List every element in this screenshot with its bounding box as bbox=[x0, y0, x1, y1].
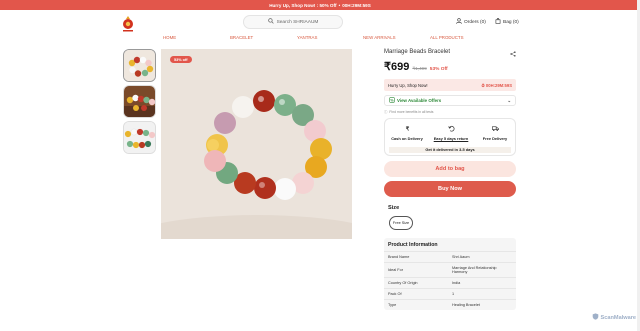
size-option-free-size[interactable]: Free Size bbox=[389, 216, 413, 230]
truck-icon bbox=[475, 125, 515, 133]
product-details: Marriage Beads Bracelet ₹699 ₹1,499 53% … bbox=[384, 49, 516, 310]
product-information-title: Product Information bbox=[388, 242, 438, 248]
watermark: ScanMalware bbox=[592, 313, 636, 322]
offers-dropdown[interactable]: % View Available Offers ⌄ bbox=[384, 95, 516, 106]
orders-label: Orders (0) bbox=[464, 19, 486, 25]
main-menu: HOME BRACELET YANTRAS NEW ARRIVALS ALL P… bbox=[0, 35, 640, 43]
bag-label: Bag (0) bbox=[503, 19, 519, 25]
hurry-timer: ⏱ 00H:29M:59S bbox=[481, 83, 512, 88]
buy-now-button[interactable]: Buy Now bbox=[384, 181, 516, 197]
menu-item-home[interactable]: HOME bbox=[163, 35, 176, 40]
price-row: ₹699 ₹1,499 53% Off bbox=[384, 60, 516, 73]
offer-tag-icon: % bbox=[389, 97, 395, 104]
main-product-image[interactable]: 53% off bbox=[161, 49, 352, 239]
info-row: Ideal For Marriage And Relationship Harmo… bbox=[384, 262, 516, 277]
offers-label: View Available Offers bbox=[397, 98, 442, 103]
user-icon bbox=[456, 18, 462, 26]
thumbnail-1[interactable] bbox=[123, 49, 156, 82]
svg-text:₹: ₹ bbox=[405, 126, 409, 132]
info-row: Type Healing Bracelet bbox=[384, 299, 516, 310]
original-price: ₹1,499 bbox=[412, 66, 427, 71]
promo-text: Hurry Up, Shop Now! : 50% Off bbox=[269, 2, 337, 8]
menu-item-new-arrivals[interactable]: NEW ARRIVALS bbox=[363, 35, 396, 40]
watermark-text: ScanMalware bbox=[600, 314, 636, 321]
size-label: Size bbox=[388, 205, 400, 211]
hint-text: Find more benefits in all tests bbox=[389, 109, 434, 114]
cash-icon: ₹ bbox=[387, 125, 427, 133]
search-icon bbox=[267, 18, 274, 26]
feature-free-delivery: Free Delivery bbox=[475, 125, 515, 141]
product-information: Product Information Brand Name Shri Aaum … bbox=[384, 238, 516, 310]
hurry-timer-value: 00H:29M:59S bbox=[485, 82, 512, 88]
info-row: Country Of Origin India bbox=[384, 277, 516, 288]
info-row: Brand Name Shri Aaum bbox=[384, 251, 516, 262]
feature-cod: ₹ Cash on Delivery bbox=[387, 125, 427, 141]
bag-icon bbox=[495, 18, 501, 26]
share-icon[interactable] bbox=[510, 51, 516, 59]
promo-bar: Hurry Up, Shop Now! : 50% Off • 00H:29M:… bbox=[0, 0, 640, 10]
info-row: Pack Of 1 bbox=[384, 288, 516, 299]
site-header: Search SHRIAAUM Orders (0) Bag (0) bbox=[0, 10, 640, 34]
return-icon bbox=[431, 125, 471, 133]
feature-return[interactable]: Easy 5 days return bbox=[431, 125, 471, 141]
delivery-estimate: Get it delivered in 3-5 days bbox=[389, 147, 511, 153]
menu-item-all-products[interactable]: ALL PRODUCTS bbox=[430, 35, 464, 40]
thumbnail-3[interactable] bbox=[123, 121, 156, 154]
bag-link[interactable]: Bag (0) bbox=[495, 18, 519, 26]
chevron-down-icon: ⌄ bbox=[507, 97, 511, 103]
shield-icon bbox=[592, 313, 599, 322]
offers-hint: ⓘ Find more benefits in all tests bbox=[384, 109, 516, 115]
delivery-features: ₹ Cash on Delivery Easy 5 days return Fr… bbox=[384, 118, 516, 156]
orders-link[interactable]: Orders (0) bbox=[456, 18, 486, 26]
svg-text:%: % bbox=[390, 98, 394, 102]
menu-item-bracelet[interactable]: BRACELET bbox=[230, 35, 253, 40]
brand-logo[interactable] bbox=[121, 15, 135, 33]
promo-timer: 00H:29M:59S bbox=[342, 2, 371, 8]
clock-icon: ⏱ bbox=[481, 82, 485, 88]
discount-badge: 53% off bbox=[170, 56, 192, 63]
menu-item-yantras[interactable]: YANTRAS bbox=[297, 35, 317, 40]
promo-separator: • bbox=[338, 2, 341, 8]
sale-price: ₹699 bbox=[384, 61, 410, 73]
product-title: Marriage Beads Bracelet bbox=[384, 49, 451, 55]
info-icon: ⓘ bbox=[384, 110, 388, 114]
discount-percent: 53% Off bbox=[429, 67, 448, 72]
hurry-text: Hurry Up, Shop Now! bbox=[388, 82, 428, 88]
search-placeholder: Search SHRIAAUM bbox=[276, 19, 319, 25]
add-to-bag-button[interactable]: Add to bag bbox=[384, 161, 516, 177]
thumbnail-gallery bbox=[123, 49, 156, 157]
thumbnail-2[interactable] bbox=[123, 85, 156, 118]
search-box[interactable]: Search SHRIAAUM bbox=[243, 15, 343, 29]
hurry-banner: Hurry Up, Shop Now! ⏱ 00H:29M:59S bbox=[384, 79, 516, 91]
